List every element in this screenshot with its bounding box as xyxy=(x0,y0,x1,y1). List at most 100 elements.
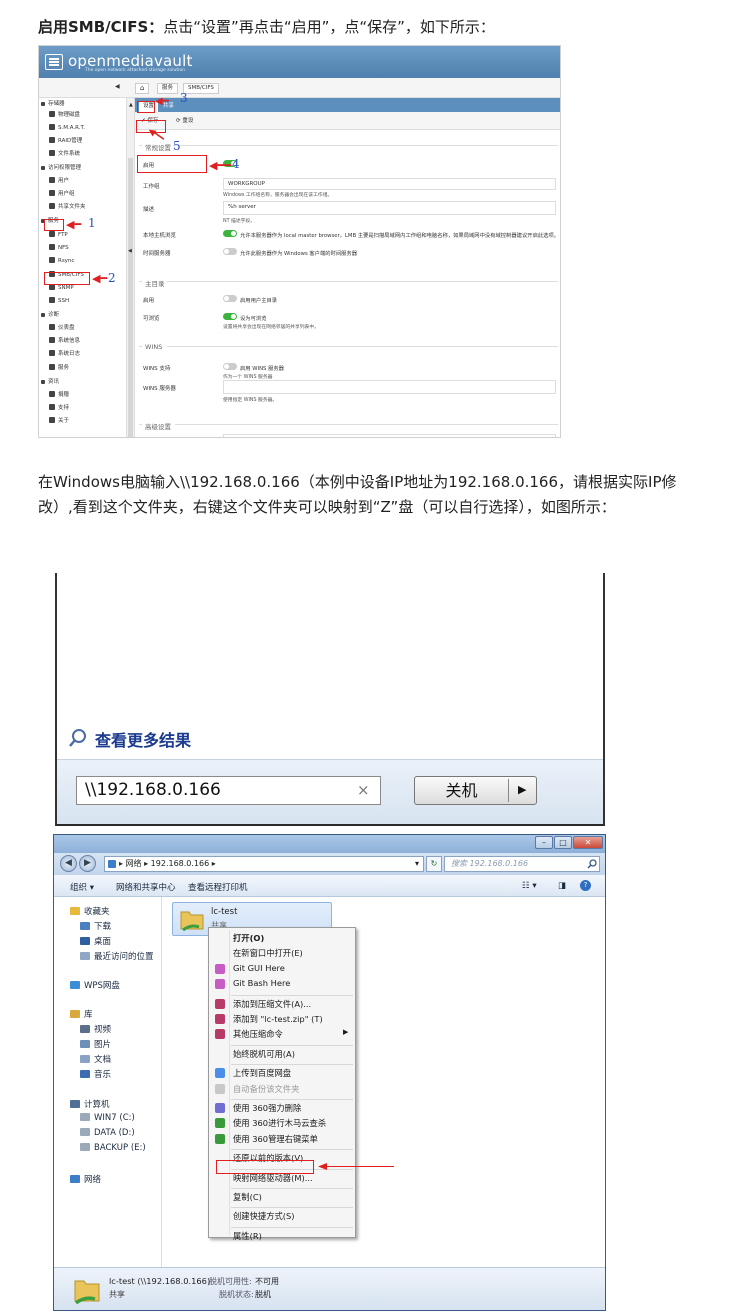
nav-item[interactable]: 网络 xyxy=(70,1173,101,1185)
lmb-toggle[interactable] xyxy=(223,230,237,237)
menu-item[interactable]: 自动备份该文件夹 xyxy=(233,1083,299,1095)
menu-separator xyxy=(231,1099,353,1100)
sidebar-item[interactable]: 物理磁盘 xyxy=(49,109,80,121)
network-sharing-center-button[interactable]: 网络和共享中心 xyxy=(116,881,176,893)
breadcrumb-smb[interactable]: SMB/CIFS xyxy=(183,83,219,94)
preview-pane-icon[interactable]: ◨ xyxy=(558,881,566,891)
menu-item[interactable]: 复制(C) xyxy=(233,1191,262,1203)
sidebar-item[interactable]: RAID管理 xyxy=(49,135,82,147)
sidebar-scrollbar[interactable]: ▲ ◀ xyxy=(127,98,135,437)
sidebar-item[interactable]: 用户 xyxy=(49,175,69,187)
collapse-icon xyxy=(41,102,45,106)
close-button[interactable]: ✕ xyxy=(573,836,603,849)
annotation-number-1: 1 xyxy=(88,216,96,230)
menu-item[interactable]: 使用 360强力删除 xyxy=(233,1102,301,1114)
shutdown-options-arrow-icon[interactable]: ▶ xyxy=(518,783,526,796)
advanced-legend: 高级设置 xyxy=(145,423,171,431)
menu-item-icon xyxy=(215,1068,225,1079)
sidebar-item[interactable]: 系统日志 xyxy=(49,348,80,360)
nav-item[interactable]: 最近访问的位置 xyxy=(80,950,154,962)
menu-item[interactable]: 在新窗口中打开(E) xyxy=(233,947,303,959)
view-remote-printers-button[interactable]: 查看远程打印机 xyxy=(188,881,248,893)
nav-item[interactable]: 图片 xyxy=(80,1038,111,1050)
home-icon[interactable]: ⌂ xyxy=(135,83,150,94)
menu-item[interactable]: 属性(R) xyxy=(233,1230,262,1242)
sidebar-item[interactable]: NFS xyxy=(49,242,69,254)
nav-item[interactable]: 计算机 xyxy=(70,1098,110,1110)
sidebar-item[interactable]: 诊断 xyxy=(41,309,59,321)
description-input[interactable]: %h server xyxy=(223,201,556,215)
sidebar-item[interactable]: Rsync xyxy=(49,255,74,267)
nav-item[interactable]: 文档 xyxy=(80,1053,111,1065)
menu-item[interactable]: 创建快捷方式(S) xyxy=(233,1210,295,1222)
forward-button-icon[interactable]: ▶ xyxy=(79,855,96,872)
nav-item[interactable]: 库 xyxy=(70,1008,93,1020)
menu-item[interactable]: 添加到压缩文件(A)... xyxy=(233,998,311,1010)
breadcrumb-services[interactable]: 服务 xyxy=(157,83,179,94)
status-name: lc-test (\\192.168.0.166) xyxy=(109,1276,211,1286)
menu-item[interactable]: 使用 360进行木马云查杀 xyxy=(233,1117,326,1129)
menu-item[interactable]: 始终脱机可用(A) xyxy=(233,1048,295,1060)
address-bar[interactable]: ▸ 网络 ▸ 192.168.0.166 ▸ ▾ xyxy=(104,856,424,872)
shutdown-button[interactable]: 关机 ▶ xyxy=(414,776,537,805)
maximize-button[interactable]: □ xyxy=(554,836,572,849)
nav-item[interactable]: 收藏夹 xyxy=(70,905,110,917)
sidebar-item[interactable]: 关于 xyxy=(49,415,69,427)
menu-item[interactable]: Git Bash Here xyxy=(233,978,290,988)
minimize-button[interactable]: – xyxy=(535,836,553,849)
sidebar-item[interactable]: 捐赠 xyxy=(49,389,69,401)
menu-item-icon xyxy=(49,257,55,263)
view-options-icon[interactable]: ☷ ▾ xyxy=(522,881,537,891)
menu-item[interactable]: 其他压缩命令 xyxy=(233,1028,283,1040)
see-more-results-link[interactable]: 查看更多结果 xyxy=(95,727,191,751)
sidebar-item[interactable]: 系统信息 xyxy=(49,335,80,347)
menu-item[interactable]: Git GUI Here xyxy=(233,963,285,973)
reset-button[interactable]: ⟳ 重设 xyxy=(173,116,196,127)
sidebar-item[interactable]: SSH xyxy=(49,295,69,307)
sidebar-item[interactable]: 支持 xyxy=(49,402,69,414)
nav-item[interactable]: BACKUP (E:) xyxy=(80,1143,146,1153)
status-folder-icon xyxy=(72,1273,102,1305)
nav-item[interactable]: 视频 xyxy=(80,1023,111,1035)
nav-item[interactable]: 下载 xyxy=(80,920,111,932)
sidebar-item[interactable]: 文件系统 xyxy=(49,148,80,160)
workgroup-input[interactable]: WORKGROUP xyxy=(223,178,556,190)
browsable-toggle[interactable] xyxy=(223,313,237,320)
address-dropdown-icon[interactable]: ▾ xyxy=(415,857,419,871)
organize-button[interactable]: 组织 ▾ xyxy=(70,881,94,893)
sidebar-item[interactable]: 资讯 xyxy=(41,376,59,388)
clear-icon[interactable]: × xyxy=(357,781,370,799)
search-input[interactable]: \\192.168.0.166 xyxy=(76,776,381,805)
back-button-icon[interactable]: ◀ xyxy=(60,855,77,872)
nav-item[interactable]: 桌面 xyxy=(80,935,111,947)
menu-item[interactable]: 上传到百度网盘 xyxy=(233,1067,291,1079)
wins-server-input[interactable] xyxy=(223,380,556,394)
home-enable-toggle[interactable] xyxy=(223,295,237,302)
nav-item[interactable]: WIN7 (C:) xyxy=(80,1113,135,1123)
annotation-number-5: 5 xyxy=(173,139,181,153)
search-box[interactable]: 搜索 192.168.0.166 xyxy=(444,856,600,872)
menu-item-icon xyxy=(49,150,55,156)
refresh-icon[interactable]: ↻ xyxy=(426,856,442,872)
sidebar-item[interactable]: 服务 xyxy=(49,362,69,374)
nav-item-icon xyxy=(80,1113,90,1121)
sidebar-item[interactable]: 访问权限管理 xyxy=(41,162,81,174)
sidebar-item[interactable]: S.M.A.R.T. xyxy=(49,122,85,134)
annotation-box-enable xyxy=(137,155,207,173)
nav-item[interactable]: DATA (D:) xyxy=(80,1128,135,1138)
menu-item[interactable]: 添加到 "lc-test.zip" (T) xyxy=(233,1013,323,1025)
menu-item[interactable]: 打开(O) xyxy=(233,932,264,944)
menu-item[interactable]: 使用 360管理右键菜单 xyxy=(233,1133,318,1145)
shared-folder-icon xyxy=(179,906,205,932)
wins-support-toggle[interactable] xyxy=(223,363,237,370)
sidebar-item[interactable]: 共享文件夹 xyxy=(49,201,86,213)
nav-item[interactable]: WPS网盘 xyxy=(70,979,120,991)
sidebar-item[interactable]: 用户组 xyxy=(49,188,75,200)
sidebar-item[interactable]: 仪表盘 xyxy=(49,322,75,334)
help-icon[interactable]: ? xyxy=(580,880,591,891)
nav-item[interactable]: 音乐 xyxy=(80,1068,111,1080)
menu-item-icon xyxy=(49,190,55,196)
time-server-toggle[interactable] xyxy=(223,248,237,255)
collapse-arrow-icon[interactable]: ◀ xyxy=(115,83,120,90)
sidebar-item-label: 诊断 xyxy=(48,312,60,318)
